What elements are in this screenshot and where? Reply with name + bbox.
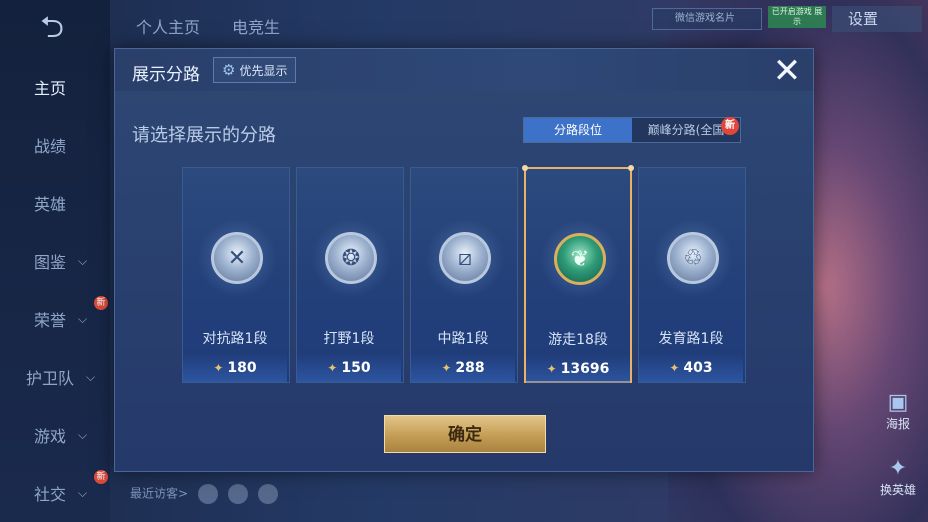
- recent-visitors[interactable]: 最近访客>: [130, 484, 278, 504]
- chevron-down-icon: ⌵: [86, 369, 96, 384]
- lane-card-mid[interactable]: ⧄ 中路1段 ✦ 288: [410, 167, 518, 383]
- lane-points: ✦ 288: [411, 354, 515, 382]
- chevron-down-icon: ⌵: [78, 427, 88, 442]
- dialog-title: 展示分路: [132, 65, 200, 85]
- dialog-header: 展示分路 ⚙ 优先显示 ✕: [115, 49, 813, 91]
- recent-visitors-label: 最近访客>: [130, 486, 189, 501]
- sidebar-item-label: 战绩: [34, 137, 67, 156]
- gear-icon: ⚙: [222, 61, 236, 79]
- display-lane-dialog: 展示分路 ⚙ 优先显示 ✕ 请选择展示的分路 分路段位 巅峰分路(全国 新 ✕ …: [114, 48, 814, 472]
- slash-icon: ⧄: [439, 232, 491, 284]
- sidebar-item-heroes[interactable]: 英雄: [0, 188, 110, 218]
- avatar[interactable]: [227, 484, 248, 504]
- sidebar-item-games[interactable]: 游戏 ⌵: [0, 420, 110, 450]
- change-hero-label: 换英雄: [880, 483, 917, 497]
- lane-rank-label: 打野1段: [323, 331, 375, 347]
- back-button[interactable]: ⮌: [26, 13, 78, 43]
- change-hero-button[interactable]: ✦ 换英雄: [880, 456, 916, 498]
- chevron-down-icon: ⌵: [78, 311, 88, 326]
- tab-esports[interactable]: 电竞生: [232, 14, 280, 38]
- points-icon: ✦: [546, 362, 557, 376]
- lane-card-jungle[interactable]: ❂ 打野1段 ✦ 150: [296, 167, 404, 383]
- lane-points-value: 403: [683, 360, 713, 376]
- poster-icon: ▣: [887, 390, 909, 415]
- sidebar-item-guard-team[interactable]: 护卫队 ⌵: [0, 362, 110, 392]
- swirl-icon: ♲: [667, 232, 719, 284]
- close-button[interactable]: ✕: [767, 51, 807, 91]
- lane-card-farm[interactable]: ♲ 发育路1段 ✦ 403: [638, 167, 746, 383]
- tab-profile[interactable]: 个人主页: [136, 14, 200, 38]
- status-badge: 已开启游戏 展示: [768, 6, 826, 28]
- sidebar-item-label: 英雄: [34, 195, 67, 214]
- priority-display-button[interactable]: ⚙ 优先显示: [213, 57, 297, 83]
- lane-points-value: 13696: [560, 361, 610, 377]
- lane-points: ✦ 13696: [526, 355, 630, 383]
- lane-tab-switch: 分路段位 巅峰分路(全国: [523, 117, 741, 143]
- lane-rank-label: 发育路1段: [658, 331, 724, 347]
- new-badge: 新: [94, 470, 108, 484]
- lane-card-top[interactable]: ✕ 对抗路1段 ✦ 180: [182, 167, 290, 383]
- back-arrow-icon: ⮌: [39, 10, 65, 45]
- dialog-prompt: 请选择展示的分路: [132, 125, 276, 146]
- lane-points: ✦ 150: [297, 354, 401, 382]
- sidebar-item-label: 主页: [34, 79, 67, 98]
- poster-label: 海报: [885, 417, 910, 431]
- points-icon: ✦: [327, 361, 338, 375]
- sidebar-item-home[interactable]: 主页: [0, 72, 110, 102]
- confirm-button[interactable]: 确定: [384, 415, 546, 453]
- sidebar-item-label: 图鉴: [34, 253, 67, 272]
- sword-cross-icon: ✕: [211, 232, 263, 284]
- corner-dot: [522, 165, 528, 171]
- sidebar-item-label: 游戏: [34, 427, 67, 446]
- lane-points-value: 288: [455, 360, 485, 376]
- points-icon: ✦: [669, 361, 680, 375]
- new-badge: 新: [721, 117, 739, 135]
- sidebar-item-label: 荣誉: [34, 311, 67, 330]
- avatar[interactable]: [197, 484, 218, 504]
- lane-rank-label: 对抗路1段: [202, 331, 268, 347]
- priority-display-label: 优先显示: [239, 63, 288, 78]
- avatar[interactable]: [257, 484, 278, 504]
- chevron-down-icon: ⌵: [78, 485, 88, 500]
- points-icon: ✦: [213, 361, 224, 375]
- lane-points: ✦ 403: [639, 354, 743, 382]
- wings-emblem-icon: ❦: [554, 233, 606, 285]
- lane-points: ✦ 180: [183, 354, 287, 382]
- lane-rank-label: 中路1段: [437, 331, 489, 347]
- tab-lane-rank[interactable]: 分路段位: [524, 118, 632, 142]
- dragon-icon: ❂: [325, 232, 377, 284]
- lane-card-roam[interactable]: ❦ 游走18段 ✦ 13696: [522, 165, 634, 383]
- settings-button[interactable]: 设置: [832, 6, 922, 32]
- lane-points-value: 180: [227, 360, 257, 376]
- close-icon: ✕: [772, 51, 802, 91]
- new-badge: 新: [94, 296, 108, 310]
- sidebar-item-codex[interactable]: 图鉴 ⌵: [0, 246, 110, 276]
- wechat-card-button[interactable]: 微信游戏名片: [652, 8, 762, 30]
- poster-button[interactable]: ▣ 海报: [880, 390, 916, 432]
- flame-icon: ✦: [888, 456, 908, 481]
- sidebar-item-label: 社交: [34, 485, 67, 504]
- points-icon: ✦: [441, 361, 452, 375]
- sidebar-item-label: 护卫队: [26, 369, 75, 388]
- sidebar-item-record[interactable]: 战绩: [0, 130, 110, 160]
- sidebar: ⮌ 主页 战绩 英雄 图鉴 ⌵ 荣誉 ⌵ 新 护卫队 ⌵ 游戏 ⌵ 社交 ⌵ 新: [0, 0, 110, 522]
- lane-rank-label: 游走18段: [548, 332, 608, 348]
- sidebar-item-honor[interactable]: 荣誉 ⌵: [0, 304, 110, 334]
- sidebar-item-social[interactable]: 社交 ⌵: [0, 478, 110, 508]
- corner-dot: [628, 165, 634, 171]
- chevron-down-icon: ⌵: [78, 253, 88, 268]
- lane-points-value: 150: [341, 360, 371, 376]
